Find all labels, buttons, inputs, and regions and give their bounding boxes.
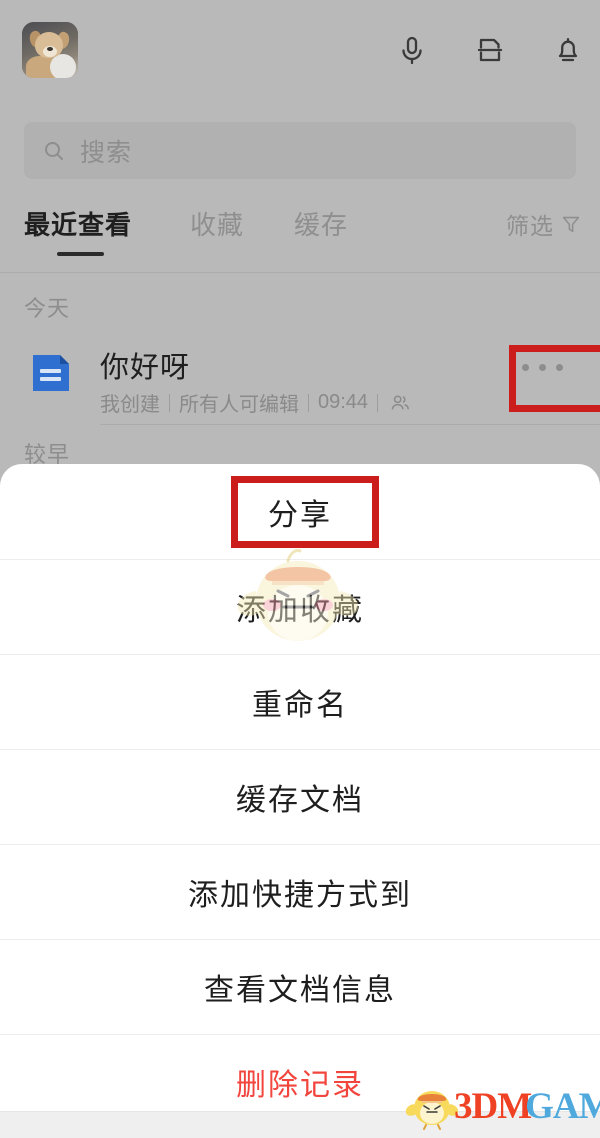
doc-icon	[33, 355, 69, 391]
scan-icon[interactable]	[468, 28, 512, 72]
home-indicator-bar	[0, 1111, 600, 1138]
action-sheet: 分享 添加收藏 重命名 缓存文档 添加快捷方式到 查看文档信息 删除记录	[0, 464, 600, 1138]
tab-recent[interactable]: 最近查看	[24, 205, 132, 242]
document-more-button[interactable]	[522, 364, 563, 371]
avatar-photo-dog-nose	[47, 47, 53, 51]
meta-separator	[308, 393, 309, 412]
funnel-icon	[562, 216, 580, 233]
document-meta: 我创建 所有人可编辑 09:44	[100, 388, 411, 417]
phone-screenshot: 搜索 最近查看 收藏 缓存 筛选 今天 你好呀 我创建 所有人可编辑 09:44…	[0, 0, 600, 1138]
action-sheet-item-rename[interactable]: 重命名	[0, 654, 600, 749]
action-sheet-item-view-document-info[interactable]: 查看文档信息	[0, 939, 600, 1034]
document-owner: 我创建	[100, 394, 160, 416]
app-top-bar	[0, 0, 600, 100]
microphone-icon[interactable]	[390, 28, 434, 72]
tab-favorites[interactable]: 收藏	[190, 205, 244, 242]
dot	[539, 364, 546, 371]
document-time: 09:44	[318, 391, 369, 413]
document-row-divider	[100, 424, 600, 425]
avatar-photo-highlight	[50, 54, 76, 78]
dot	[522, 364, 529, 371]
filter-label: 筛选	[506, 213, 554, 239]
tab-bar: 最近查看 收藏 缓存 筛选	[0, 205, 600, 275]
document-permission: 所有人可编辑	[179, 394, 299, 416]
avatar[interactable]	[22, 22, 78, 78]
filter-button[interactable]: 筛选	[506, 207, 582, 241]
tab-bar-divider	[0, 272, 600, 273]
action-sheet-item-share[interactable]: 分享	[0, 464, 600, 559]
search-bar[interactable]: 搜索	[24, 122, 576, 179]
group-icon	[391, 394, 409, 409]
meta-separator	[377, 393, 379, 412]
active-tab-indicator	[57, 252, 104, 256]
search-icon	[45, 141, 63, 160]
search-input-placeholder[interactable]: 搜索	[80, 133, 132, 169]
dot	[556, 364, 563, 371]
bell-icon[interactable]	[546, 28, 590, 72]
document-list-item[interactable]: 你好呀 我创建 所有人可编辑 09:44	[0, 340, 600, 418]
tab-cache[interactable]: 缓存	[294, 205, 348, 242]
action-sheet-item-add-favorite[interactable]: 添加收藏	[0, 559, 600, 654]
action-sheet-item-cache-document[interactable]: 缓存文档	[0, 749, 600, 844]
action-sheet-item-add-shortcut[interactable]: 添加快捷方式到	[0, 844, 600, 939]
section-label-today: 今天	[24, 296, 71, 321]
document-title: 你好呀	[100, 352, 191, 384]
meta-separator	[169, 393, 170, 412]
